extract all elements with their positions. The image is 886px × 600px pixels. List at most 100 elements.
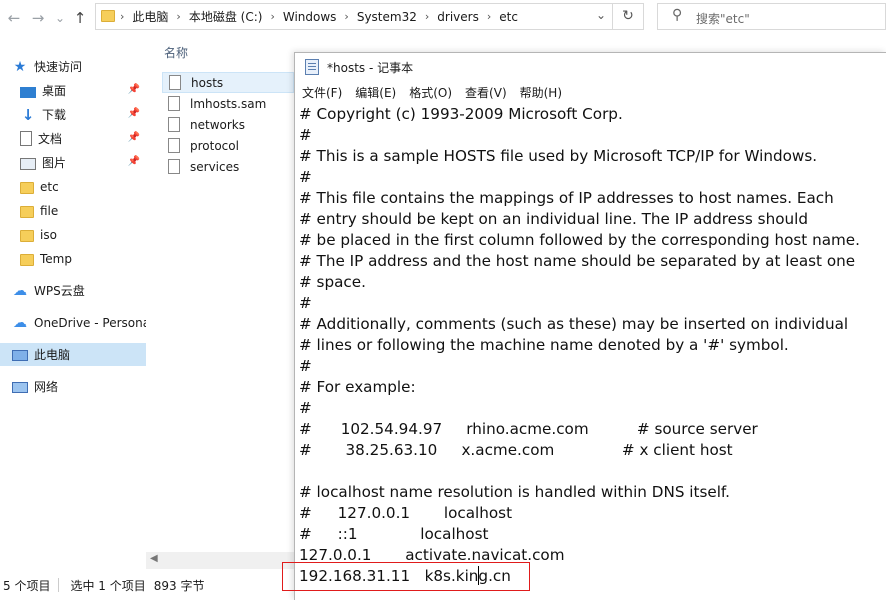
text-line: # ::1 localhost — [299, 525, 489, 543]
text-line: # This file contains the mappings of IP … — [299, 189, 834, 207]
back-arrow-icon[interactable]: ← — [4, 8, 24, 28]
nav-wps-cloud[interactable]: ☁ WPS云盘 — [0, 279, 146, 302]
nav-folder-file[interactable]: file — [0, 199, 146, 222]
breadcrumb-separator-icon[interactable]: › — [487, 10, 491, 23]
desktop-icon — [20, 86, 36, 98]
refresh-button[interactable]: ↻ — [613, 3, 644, 30]
menu-file[interactable]: 文件(F) — [302, 84, 342, 101]
text-line: # space. — [299, 273, 366, 291]
document-icon — [20, 131, 32, 146]
search-box[interactable]: ⚲ 搜索"etc" — [657, 3, 886, 30]
nav-folder-etc[interactable]: etc — [0, 175, 146, 198]
file-row-services[interactable]: services — [162, 156, 294, 177]
file-name: services — [190, 159, 240, 174]
nav-quick-access[interactable]: ★ 快速访问 — [0, 55, 146, 78]
scroll-left-icon[interactable]: ◀ — [150, 553, 158, 564]
file-icon — [169, 75, 181, 90]
nav-downloads[interactable]: ↓ 下载 📌 — [0, 103, 146, 126]
nav-pictures[interactable]: 图片 📌 — [0, 151, 146, 174]
text-line: # — [299, 168, 312, 186]
breadcrumb-windows[interactable]: Windows — [283, 10, 337, 24]
breadcrumb-separator-icon[interactable]: › — [425, 10, 429, 23]
file-row-hosts[interactable]: hosts — [162, 72, 294, 93]
file-icon — [168, 96, 180, 111]
text-line: # be placed in the first column followed… — [299, 231, 860, 249]
file-icon — [168, 117, 180, 132]
file-name: hosts — [191, 75, 224, 90]
notepad-icon — [305, 59, 319, 75]
breadcrumb-drivers[interactable]: drivers — [437, 10, 479, 24]
this-pc-icon — [12, 350, 28, 361]
notepad-window: *hosts - 记事本 文件(F) 编辑(E) 格式(O) 查看(V) 帮助(… — [294, 52, 886, 600]
picture-icon — [20, 157, 36, 170]
address-dropdown-chevron-icon[interactable]: ⌄ — [596, 8, 606, 22]
text-line: # 102.54.94.97 rhino.acme.com # source s… — [299, 420, 758, 438]
nav-label: 下载 — [42, 108, 67, 122]
text-line: # — [299, 294, 312, 312]
nav-this-pc[interactable]: 此电脑 — [0, 343, 146, 366]
pin-icon[interactable]: 📌 — [128, 156, 140, 167]
nav-label: iso — [40, 227, 57, 242]
file-row-networks[interactable]: networks — [162, 114, 294, 135]
file-icon — [168, 159, 180, 174]
breadcrumb-local-disk-c[interactable]: 本地磁盘 (C:) — [189, 8, 263, 25]
onedrive-icon: ☁ — [13, 314, 27, 331]
file-row-lmhosts[interactable]: lmhosts.sam — [162, 93, 294, 114]
breadcrumb-etc[interactable]: etc — [499, 10, 518, 24]
forward-arrow-icon[interactable]: → — [28, 8, 48, 28]
breadcrumb-separator-icon[interactable]: › — [270, 10, 274, 23]
nav-folder-temp[interactable]: Temp — [0, 247, 146, 270]
address-bar[interactable]: › 此电脑 › 本地磁盘 (C:) › Windows › System32 ›… — [95, 3, 613, 30]
network-icon — [12, 382, 28, 393]
nav-desktop[interactable]: 桌面 📌 — [0, 79, 146, 102]
folder-icon — [101, 10, 115, 22]
menu-help[interactable]: 帮助(H) — [520, 84, 562, 101]
cloud-icon: ☁ — [13, 282, 27, 299]
nav-label: 桌面 — [42, 84, 67, 98]
pin-icon[interactable]: 📌 — [128, 132, 140, 143]
folder-icon — [20, 205, 34, 218]
notepad-menu-bar: 文件(F) 编辑(E) 格式(O) 查看(V) 帮助(H) — [295, 81, 886, 103]
nav-label: 此电脑 — [34, 348, 71, 362]
notepad-text-area[interactable]: # Copyright (c) 1993-2009 Microsoft Corp… — [295, 103, 886, 600]
nav-folder-iso[interactable]: iso — [0, 223, 146, 246]
status-divider — [58, 578, 60, 592]
file-row-protocol[interactable]: protocol — [162, 135, 294, 156]
star-icon: ★ — [13, 58, 27, 75]
breadcrumb-this-pc[interactable]: 此电脑 — [132, 8, 168, 25]
menu-format[interactable]: 格式(O) — [409, 84, 452, 101]
pin-icon[interactable]: 📌 — [128, 108, 140, 119]
breadcrumb-separator-icon: › — [120, 10, 125, 23]
menu-view[interactable]: 查看(V) — [465, 84, 507, 101]
column-header-name[interactable]: 名称 — [164, 44, 188, 61]
breadcrumb-separator-icon[interactable]: › — [344, 10, 348, 23]
status-selected-size: 893 字节 — [153, 578, 205, 593]
nav-onedrive[interactable]: ☁ OneDrive - Persona — [0, 311, 146, 334]
explorer-navigation-bar: ← → ⌄ ↑ › 此电脑 › 本地磁盘 (C:) › Windows › Sy… — [0, 0, 886, 36]
download-icon: ↓ — [21, 105, 35, 124]
file-icon — [168, 138, 180, 153]
status-item-count: 5 个项目 — [3, 578, 51, 593]
nav-network[interactable]: 网络 — [0, 375, 146, 398]
nav-label: OneDrive - Persona — [34, 315, 146, 330]
text-line: # 38.25.63.10 x.acme.com # x client host — [299, 441, 733, 459]
file-name: lmhosts.sam — [190, 96, 267, 111]
up-arrow-icon[interactable]: ↑ — [70, 8, 90, 28]
breadcrumb-system32[interactable]: System32 — [357, 10, 417, 24]
text-line: # The IP address and the host name shoul… — [299, 252, 856, 270]
horizontal-scrollbar[interactable]: ◀ — [146, 552, 294, 569]
pin-icon[interactable]: 📌 — [128, 84, 140, 95]
recent-locations-chevron-icon[interactable]: ⌄ — [50, 8, 70, 28]
nav-documents[interactable]: 文档 📌 — [0, 127, 146, 150]
text-caret — [478, 566, 479, 585]
text-line: # For example: — [299, 378, 416, 396]
text-line: # lines or following the machine name de… — [299, 336, 789, 354]
nav-label: file — [40, 203, 59, 218]
notepad-title-bar[interactable]: *hosts - 记事本 — [295, 53, 886, 81]
menu-edit[interactable]: 编辑(E) — [355, 84, 396, 101]
breadcrumb-separator-icon[interactable]: › — [176, 10, 180, 23]
notepad-title: *hosts - 记事本 — [327, 60, 414, 75]
nav-label: 文档 — [38, 132, 63, 146]
nav-label: 图片 — [42, 156, 67, 170]
file-name: protocol — [190, 138, 239, 153]
